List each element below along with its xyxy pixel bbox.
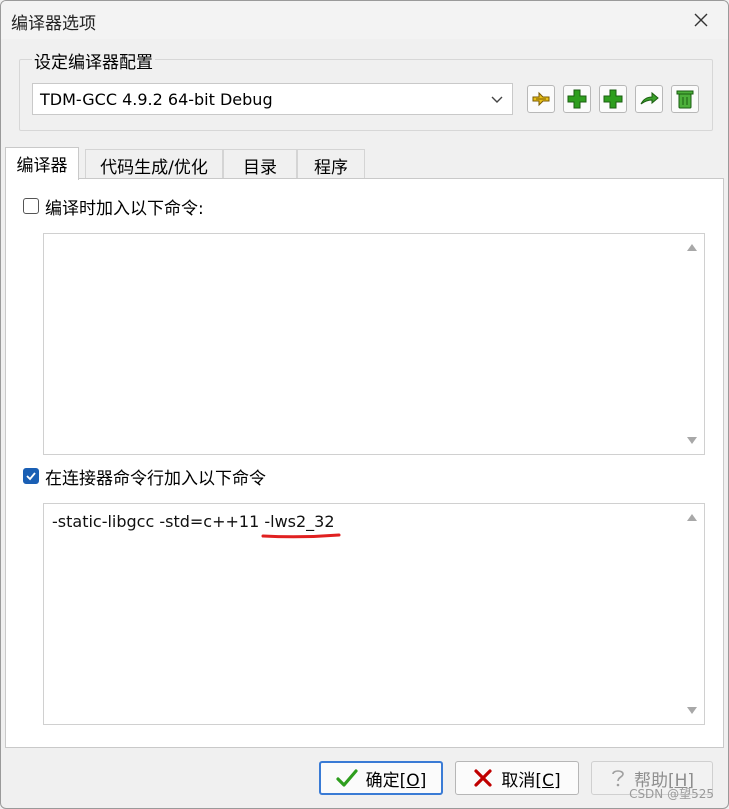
- checkmark-icon: [336, 769, 358, 787]
- trash-icon: [676, 90, 694, 109]
- linker-commands-label: 在连接器命令行加入以下命令: [45, 468, 266, 489]
- linker-commands-text: -static-libgcc -std=c++11 -lws2_32: [52, 512, 335, 531]
- close-icon: [694, 13, 708, 27]
- compiler-commands-label: 编译时加入以下命令:: [45, 198, 204, 219]
- add-icon: [603, 89, 623, 109]
- selected-profile: TDM-GCC 4.9.2 64-bit Debug: [40, 90, 273, 109]
- tab-strip: 编译器 代码生成/优化 目录 程序: [5, 147, 725, 180]
- rename-profile-button[interactable]: [635, 85, 663, 113]
- scroll-down-icon[interactable]: [686, 706, 698, 716]
- linker-commands-checkbox-row[interactable]: 在连接器命令行加入以下命令: [23, 465, 266, 489]
- checkmark-icon: [26, 472, 36, 481]
- chevron-down-icon: [491, 96, 503, 103]
- tab-code-generation[interactable]: 代码生成/优化: [85, 149, 223, 179]
- cancel-label: 取消[C]: [501, 770, 561, 791]
- ok-button[interactable]: 确定[O]: [319, 761, 443, 795]
- delete-profile-button[interactable]: [671, 85, 699, 113]
- compiler-commands-checkbox[interactable]: [23, 198, 39, 214]
- linker-commands-scrollbar[interactable]: [680, 504, 704, 724]
- tab-programs[interactable]: 程序: [297, 149, 365, 179]
- x-icon: [474, 769, 493, 787]
- wand-icon: [532, 91, 550, 107]
- title-bar: 编译器选项: [1, 1, 728, 39]
- compiler-options-dialog: 编译器选项 设定编译器配置 TDM-GCC 4.9.2 64-bit Debug: [0, 0, 729, 809]
- compiler-commands-checkbox-row[interactable]: 编译时加入以下命令:: [23, 195, 204, 219]
- watermark: CSDN @望525: [629, 787, 714, 801]
- compiler-profile-select[interactable]: TDM-GCC 4.9.2 64-bit Debug: [32, 83, 513, 115]
- close-button[interactable]: [688, 7, 714, 33]
- wizard-button[interactable]: [527, 85, 555, 113]
- linker-commands-checkbox[interactable]: [23, 468, 39, 484]
- compiler-commands-textarea[interactable]: [43, 233, 705, 455]
- rename-arrow-icon: [640, 91, 659, 105]
- tab-compiler[interactable]: 编译器: [5, 147, 79, 180]
- add-icon: [567, 89, 587, 109]
- copy-profile-button[interactable]: [599, 85, 627, 113]
- linker-commands-textarea[interactable]: -static-libgcc -std=c++11 -lws2_32: [43, 503, 705, 725]
- scroll-up-icon[interactable]: [686, 242, 698, 252]
- window-title: 编译器选项: [11, 14, 96, 34]
- group-legend: 设定编译器配置: [32, 48, 155, 73]
- tab-directories[interactable]: 目录: [223, 149, 297, 179]
- question-icon: [612, 770, 624, 787]
- ok-label: 确定[O]: [365, 770, 427, 791]
- cancel-button[interactable]: 取消[C]: [455, 761, 579, 795]
- compiler-commands-scrollbar[interactable]: [680, 234, 704, 454]
- scroll-up-icon[interactable]: [686, 512, 698, 522]
- scroll-down-icon[interactable]: [686, 436, 698, 446]
- add-profile-button[interactable]: [563, 85, 591, 113]
